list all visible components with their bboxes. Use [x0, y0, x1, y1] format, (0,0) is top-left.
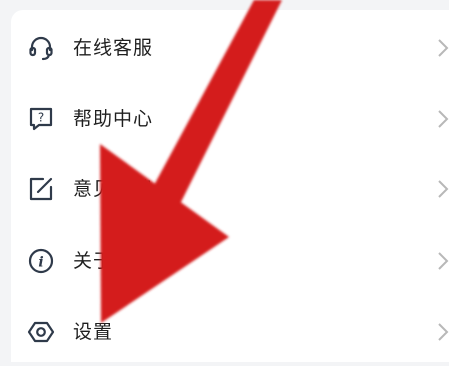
feedback-edit-icon [27, 175, 55, 203]
svg-text:i: i [38, 255, 43, 271]
menu-item-about[interactable]: i 关于 [11, 225, 449, 295]
menu-card: 在线客服 ? 帮助中心 意见反馈 i 关于 设置 [11, 10, 449, 362]
menu-item-feedback[interactable]: 意见反馈 [11, 153, 449, 223]
menu-item-label: 在线客服 [73, 37, 154, 59]
menu-item-settings[interactable]: 设置 [11, 296, 449, 366]
menu-item-help-center[interactable]: ? 帮助中心 [11, 83, 449, 153]
chevron-right-icon [437, 321, 449, 343]
headset-icon [27, 34, 55, 62]
menu-item-label: 设置 [73, 321, 114, 343]
menu-item-online-service[interactable]: 在线客服 [11, 12, 449, 82]
menu-item-label: 关于 [73, 250, 114, 272]
chevron-right-icon [437, 108, 449, 130]
menu-item-label: 帮助中心 [73, 108, 154, 130]
chevron-right-icon [437, 178, 449, 200]
info-icon: i [27, 247, 55, 275]
svg-text:?: ? [38, 111, 44, 125]
chevron-right-icon [437, 250, 449, 272]
help-question-icon: ? [27, 105, 55, 133]
settings-hexagon-icon [27, 318, 55, 346]
chevron-right-icon [437, 37, 449, 59]
menu-item-label: 意见反馈 [73, 178, 154, 200]
